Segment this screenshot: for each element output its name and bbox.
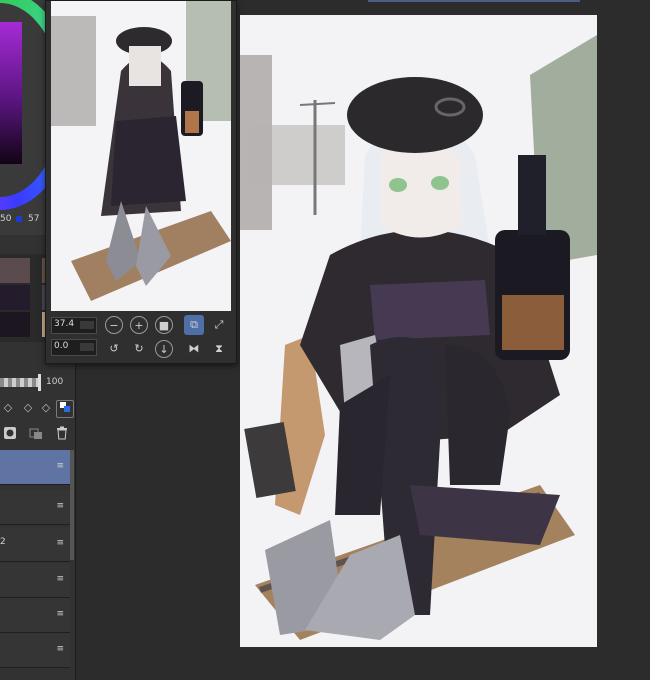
blend-mode-icon[interactable]: ◇: [0, 400, 16, 416]
rotate-left-icon[interactable]: ↺: [104, 339, 124, 359]
drawing-canvas[interactable]: [240, 15, 597, 647]
canvas-artwork: [240, 15, 597, 647]
zoom-out-icon[interactable]: −: [105, 316, 123, 334]
drag-handle-icon[interactable]: ≡: [56, 644, 64, 654]
layer-row[interactable]: 2 ≡: [0, 527, 70, 562]
zoom-slider-icon[interactable]: [80, 321, 94, 329]
navigator-panel: 37.4 0.0 − + ■ ⧉ ⤢ ↺ ↻ ↓ ⧓ ⧗: [45, 0, 237, 364]
reference-layer-icon[interactable]: [56, 400, 74, 418]
fit-to-screen-icon[interactable]: ■: [155, 316, 173, 334]
layer-row[interactable]: ≡: [0, 598, 70, 633]
rotation-slider-icon[interactable]: [80, 343, 94, 351]
saturation-value-square[interactable]: [0, 22, 22, 164]
swatch[interactable]: [0, 285, 30, 310]
layer-actions-row: [0, 426, 75, 446]
swatch[interactable]: [0, 258, 30, 283]
opacity-slider-knob[interactable]: [38, 374, 41, 391]
clip-layer-icon[interactable]: ◇: [38, 400, 54, 416]
mask-layer-icon[interactable]: [2, 426, 18, 442]
actual-size-icon[interactable]: ⤢: [209, 315, 229, 335]
layer-tools-row: ◇ ◇ ◇: [0, 400, 75, 420]
rotation-input[interactable]: 0.0: [51, 339, 97, 356]
active-tab-indicator: [368, 0, 580, 2]
drag-handle-icon[interactable]: ≡: [56, 609, 64, 619]
blue-channel-indicator: [16, 216, 22, 222]
flip-vertical-icon[interactable]: ⧗: [209, 339, 229, 359]
lock-transparency-icon[interactable]: ◇: [20, 400, 36, 416]
flip-view-icon[interactable]: ⧉: [184, 315, 204, 335]
reset-rotation-icon[interactable]: ↓: [155, 340, 173, 358]
layer-row[interactable]: ≡: [0, 633, 70, 668]
color-value-2: 57: [28, 214, 40, 224]
opacity-value: 100: [46, 377, 64, 387]
drag-handle-icon[interactable]: ≡: [56, 461, 64, 471]
drag-handle-icon[interactable]: ≡: [56, 538, 64, 548]
drag-handle-icon[interactable]: ≡: [56, 574, 64, 584]
rotation-value: 0.0: [54, 341, 69, 351]
navigator-controls: 37.4 0.0 − + ■ ⧉ ⤢ ↺ ↻ ↓ ⧓ ⧗: [46, 313, 236, 363]
drag-handle-icon[interactable]: ≡: [56, 501, 64, 511]
layer-row-selected[interactable]: ≡: [0, 450, 70, 485]
layer-label: 2: [0, 537, 6, 547]
navigator-preview[interactable]: [51, 1, 231, 311]
trash-icon[interactable]: [54, 426, 70, 442]
flip-horizontal-icon[interactable]: ⧓: [184, 339, 204, 359]
copy-layer-icon[interactable]: [28, 426, 44, 442]
opacity-slider[interactable]: [0, 378, 40, 387]
layer-list-scrollbar[interactable]: [70, 450, 74, 560]
zoom-value: 37.4: [54, 319, 75, 329]
rotate-right-icon[interactable]: ↻: [129, 339, 149, 359]
layer-row[interactable]: ≡: [0, 490, 70, 525]
layer-row[interactable]: ≡: [0, 563, 70, 598]
layer-opacity-row: 100: [0, 372, 75, 394]
zoom-input[interactable]: 37.4: [51, 317, 97, 334]
swatch[interactable]: [0, 312, 30, 337]
zoom-in-icon[interactable]: +: [130, 316, 148, 334]
color-value-1: 50: [0, 214, 12, 224]
navigator-artwork: [51, 1, 231, 311]
